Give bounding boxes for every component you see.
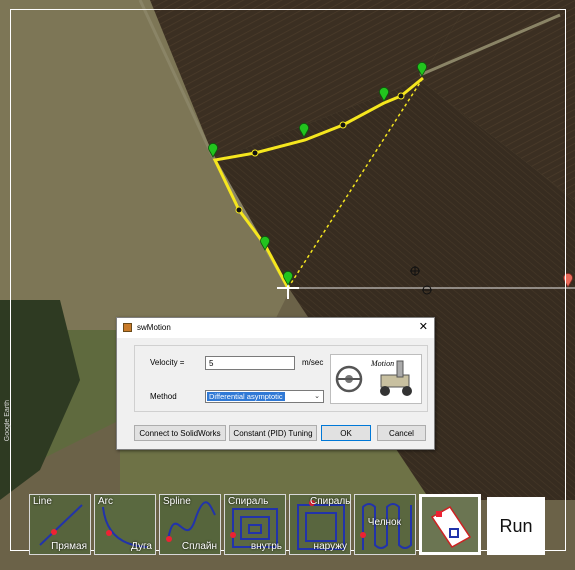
map-side-label: Google Earth	[4, 400, 11, 442]
tool-line-label: Line	[33, 496, 52, 507]
tool-arc[interactable]: Arc Дуга	[94, 494, 156, 555]
tool-spiral-in-sublabel: внутрь	[250, 541, 282, 552]
tool-line[interactable]: Line Прямая	[29, 494, 91, 555]
motion-caption: Motion	[371, 359, 395, 368]
ok-button[interactable]: OK	[321, 425, 371, 441]
tool-area-selected[interactable]	[419, 494, 481, 555]
tool-spiral-out-sublabel: наружу	[313, 541, 347, 552]
dialog-titlebar[interactable]: swMotion ✕	[117, 318, 434, 338]
connect-solidworks-button[interactable]: Connect to SolidWorks	[134, 425, 226, 441]
tool-arc-sublabel: Дуга	[131, 541, 152, 552]
tool-spline-sublabel: Сплайн	[181, 541, 217, 552]
tool-spline-label: Spline	[163, 496, 191, 507]
tool-spline[interactable]: Spline Сплайн	[159, 494, 221, 555]
velocity-label: Velocity =	[150, 358, 185, 367]
settings-group: Velocity = 5 m/sec Method Differential a…	[134, 345, 428, 412]
cancel-button[interactable]: Cancel	[377, 425, 426, 441]
method-selected-value: Differential asymptotic	[207, 392, 285, 401]
tool-line-sublabel: Прямая	[51, 541, 87, 552]
satellite-map[interactable]	[0, 0, 575, 570]
pid-tuning-button[interactable]: Constant (PID) Tuning	[229, 425, 317, 441]
tool-shuttle-sublabel: Челнок	[367, 517, 401, 528]
close-icon[interactable]: ✕	[419, 321, 428, 333]
tool-spiral-in-label: Спираль	[228, 496, 269, 507]
velocity-input[interactable]: 5	[205, 356, 295, 370]
motion-vehicle-image: Motion	[330, 354, 422, 404]
velocity-unit: m/sec	[302, 358, 324, 367]
tool-shuttle[interactable]: Челнок	[354, 494, 416, 555]
chevron-down-icon[interactable]: ⌄	[314, 392, 320, 400]
swmotion-dialog: swMotion ✕ Velocity = 5 m/sec Method Dif…	[116, 317, 435, 450]
tool-arc-label: Arc	[98, 496, 113, 507]
run-button[interactable]: Run	[487, 497, 545, 555]
tool-spiral-out-label: Спираль	[310, 496, 351, 507]
method-select[interactable]: Differential asymptotic ⌄	[205, 390, 324, 403]
app-icon	[123, 323, 132, 332]
tool-spiral-in[interactable]: Спираль внутрь	[224, 494, 286, 555]
tool-spiral-out[interactable]: Спираль наружу	[289, 494, 351, 555]
dialog-title: swMotion	[137, 323, 171, 332]
method-label: Method	[150, 392, 177, 401]
